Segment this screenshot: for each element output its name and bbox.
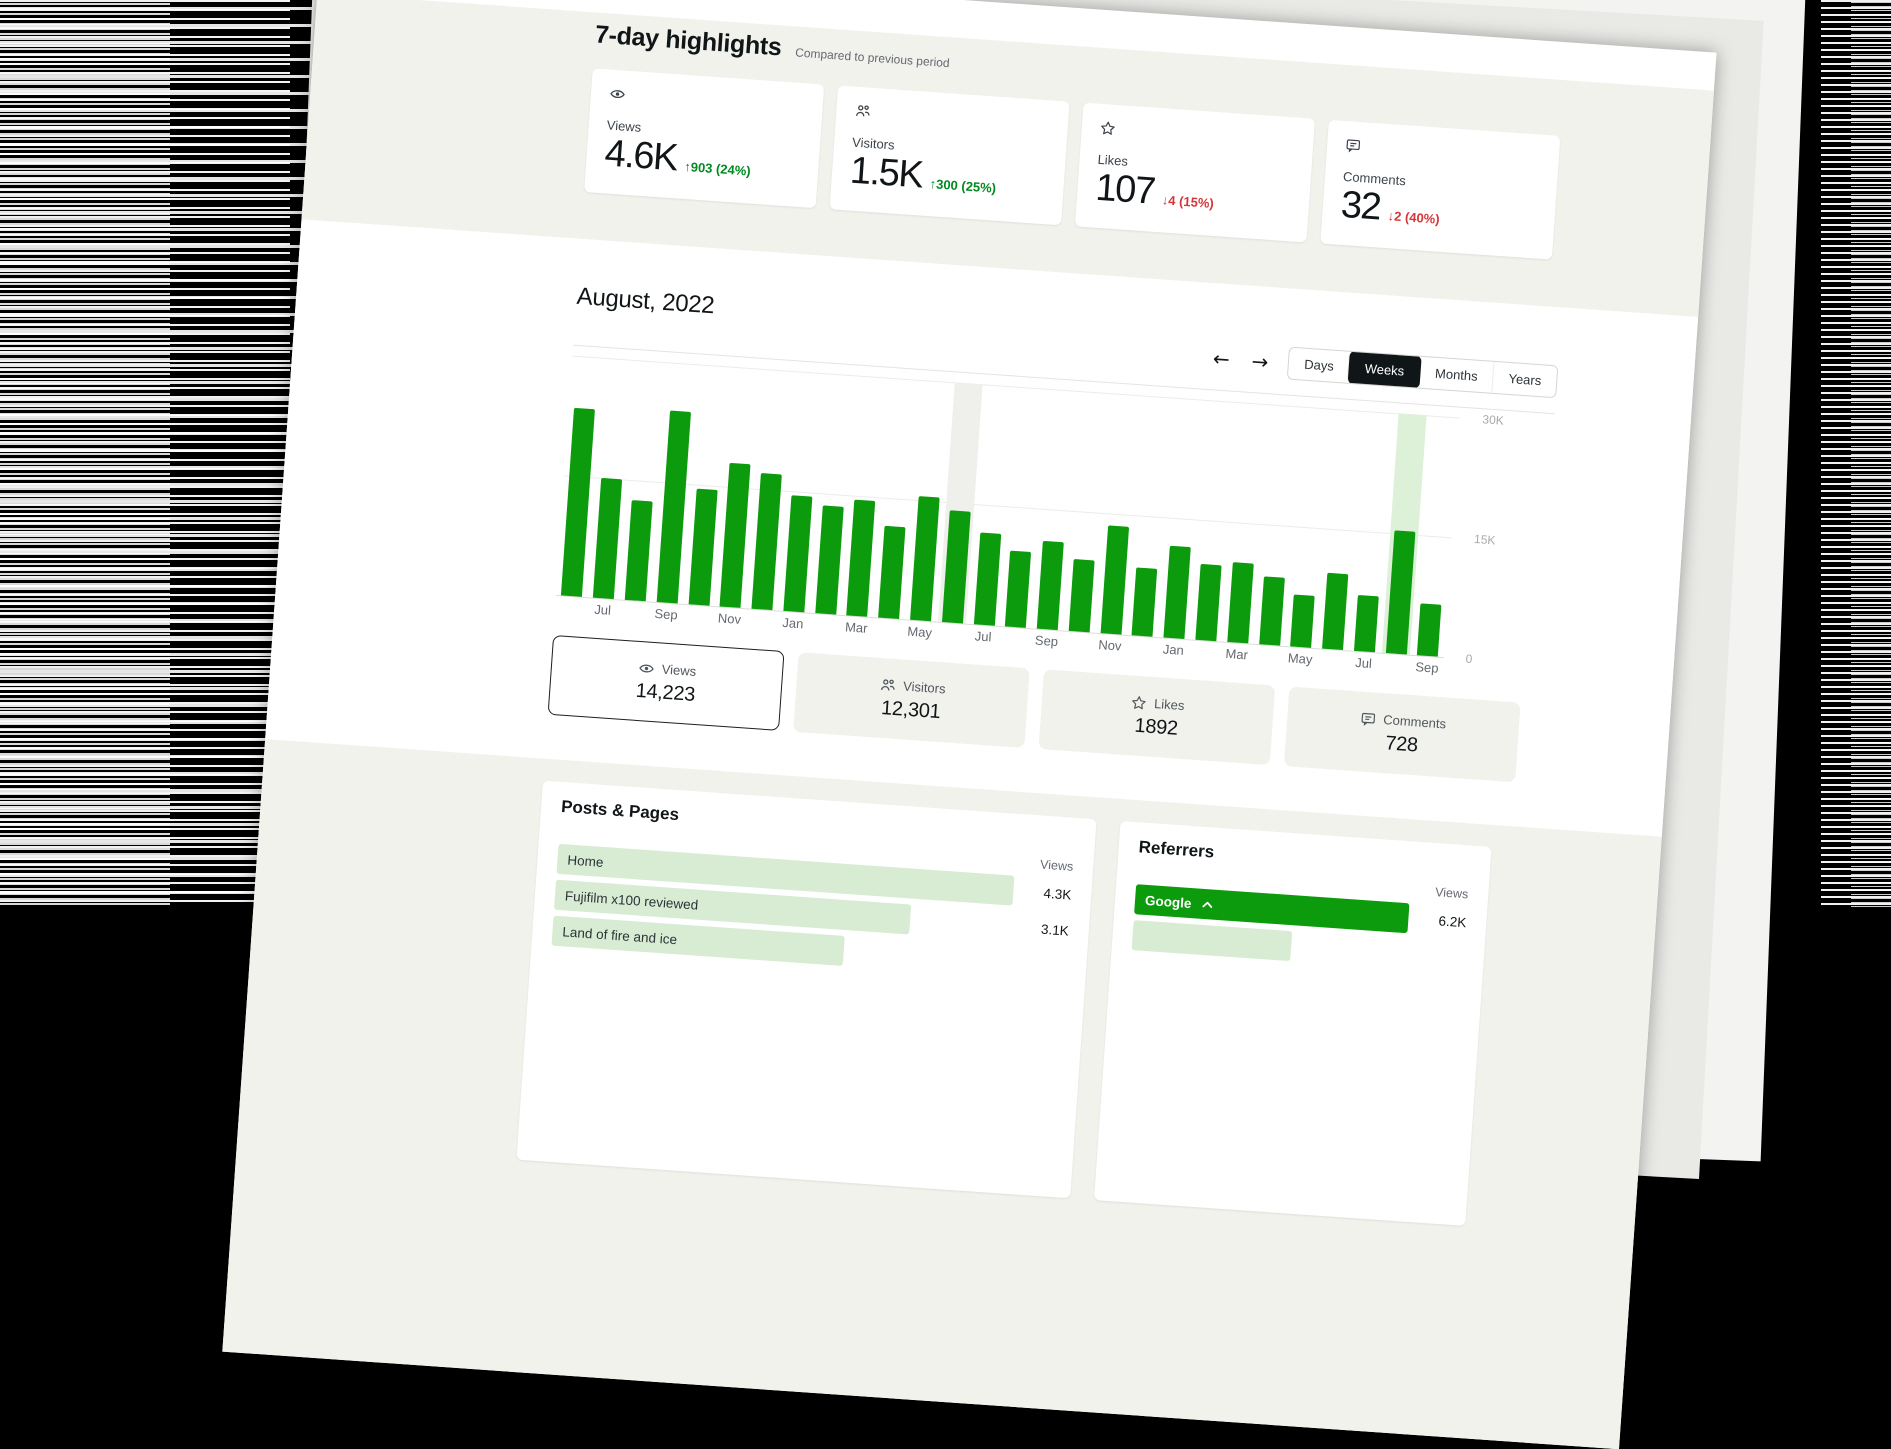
metric-tab-visitors[interactable]: Visitors 12,301 [793, 652, 1030, 748]
x-tick-label: Mar [840, 619, 873, 636]
post-row-label: Land of fire and ice [562, 924, 678, 947]
chart-bar[interactable] [1290, 595, 1315, 648]
chart-section: August, 2022 ← → Days Weeks Months Years [265, 219, 1698, 836]
highlight-card-value: 1.5K [849, 152, 924, 197]
highlight-card-delta: ↑903 (24%) [684, 159, 751, 179]
metric-tab-value: 12,301 [880, 697, 941, 724]
x-tick-label: May [1284, 650, 1317, 667]
chart-controls: ← → Days Weeks Months Years [1210, 341, 1559, 398]
x-tick-label: Nov [1094, 637, 1127, 654]
y-tick-0: 0 [1465, 652, 1473, 666]
highlights-subtitle: Compared to previous period [795, 45, 950, 70]
metric-tab-comments[interactable]: Comments 728 [1284, 686, 1521, 782]
y-tick-15k: 15K [1474, 532, 1496, 547]
x-tick-label [745, 612, 778, 629]
star-icon [1099, 120, 1296, 152]
post-row-views: 4.3K [1013, 883, 1072, 902]
x-tick-label: Jan [777, 615, 810, 632]
x-tick-label: Sep [1411, 659, 1444, 676]
post-row-views [1008, 962, 1066, 966]
post-row-label: Home [567, 852, 604, 869]
bar-chart: Jul Sep Nov Jan Mar May Jul Sep Nov Jan Mar May Jul S… [554, 356, 1554, 690]
comment-icon [1345, 137, 1542, 169]
highlight-card-value: 32 [1340, 186, 1382, 229]
x-tick-label: Sep [650, 606, 683, 623]
posts-pages-card: Posts & Pages Views Home 4.3K Fujifilm x… [516, 781, 1096, 1199]
eye-icon [608, 86, 805, 118]
metric-tab-value: 14,223 [635, 679, 696, 706]
highlight-card-value: 107 [1094, 169, 1156, 213]
granularity-option-days[interactable]: Days [1288, 348, 1350, 383]
metric-tab-value: 728 [1385, 732, 1419, 757]
chevron-up-icon [1201, 900, 1212, 908]
x-tick-label: Jan [1157, 641, 1190, 658]
x-tick-label [555, 599, 588, 616]
post-row-views: 3.1K [1010, 919, 1069, 938]
x-tick-label [1252, 648, 1285, 665]
x-tick-label [1062, 634, 1095, 651]
granularity-option-months[interactable]: Months [1418, 357, 1494, 393]
x-tick-label [998, 630, 1031, 647]
metric-tab-label: Visitors [903, 678, 946, 696]
x-tick-label [872, 621, 905, 638]
granularity-option-weeks[interactable]: Weeks [1347, 351, 1422, 389]
x-tick-label [1125, 639, 1158, 656]
stats-page: 7-day highlights Compared to previous pe… [222, 0, 1716, 1449]
x-tick-label [681, 608, 714, 625]
highlight-card-views: Views 4.6K ↑903 (24%) [584, 68, 824, 208]
highlight-card-comments: Comments 32 ↓2 (40%) [1320, 120, 1560, 260]
y-tick-30k: 30K [1482, 412, 1504, 427]
next-period-button[interactable]: → [1249, 348, 1271, 373]
x-tick-label [1379, 657, 1412, 674]
metric-tab-label: Likes [1154, 696, 1185, 713]
modules-section: Posts & Pages Views Home 4.3K Fujifilm x… [222, 739, 1661, 1449]
chart-bar[interactable] [1417, 603, 1442, 656]
referrer-row-bar [1132, 920, 1293, 961]
x-tick-label: Sep [1030, 632, 1063, 649]
x-tick-label: Jul [586, 601, 619, 618]
referrer-row-views: 6.2K [1408, 911, 1467, 930]
x-tick-label [808, 617, 841, 634]
x-tick-label: Jul [1347, 654, 1380, 671]
visitors-icon [879, 676, 897, 692]
chart-bar[interactable] [1354, 595, 1379, 652]
visitors-icon [854, 103, 1051, 135]
referrer-row-views [1406, 954, 1464, 958]
highlight-card-delta: ↑300 (25%) [929, 176, 996, 196]
x-tick-label [935, 626, 968, 643]
referrers-card: Referrers Views Google 6.2K [1094, 821, 1492, 1226]
eye-icon [637, 659, 655, 675]
x-tick-label: Mar [1220, 646, 1253, 663]
x-tick-label [1315, 652, 1348, 669]
metric-tab-label: Comments [1383, 712, 1447, 731]
metric-tab-label: Views [661, 661, 696, 678]
x-tick-label: Jul [967, 628, 1000, 645]
highlight-card-value: 4.6K [603, 134, 678, 179]
comment-icon [1360, 710, 1377, 726]
x-tick-label: Nov [713, 610, 746, 627]
granularity-option-years[interactable]: Years [1492, 362, 1558, 397]
highlights-title: 7-day highlights [594, 20, 782, 62]
highlight-card-visitors: Visitors 1.5K ↑300 (25%) [830, 85, 1070, 225]
granularity-toggle: Days Weeks Months Years [1287, 347, 1558, 399]
highlight-card-likes: Likes 107 ↓4 (15%) [1075, 103, 1315, 243]
x-tick-label [1189, 643, 1222, 660]
star-icon [1131, 694, 1148, 710]
x-tick-label: May [903, 623, 936, 640]
x-tick-label [618, 603, 651, 620]
metric-tab-likes[interactable]: Likes 1892 [1038, 669, 1275, 765]
chart-period-title: August, 2022 [576, 283, 715, 320]
metric-tab-views[interactable]: Views 14,223 [548, 635, 785, 731]
post-row-label: Fujifilm x100 reviewed [564, 888, 698, 912]
metric-tab-value: 1892 [1134, 714, 1179, 740]
prev-period-button[interactable]: ← [1210, 346, 1232, 371]
highlight-card-delta: ↓4 (15%) [1161, 192, 1214, 211]
highlight-card-delta: ↓2 (40%) [1387, 208, 1440, 227]
